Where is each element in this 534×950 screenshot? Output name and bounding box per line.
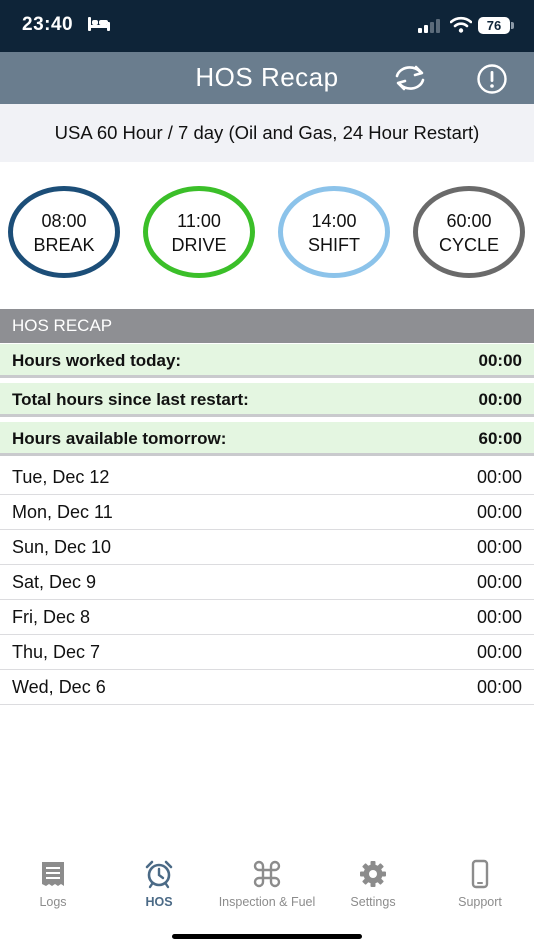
summary-row-available-tomorrow: Hours available tomorrow: 60:00	[0, 422, 534, 456]
logs-icon	[42, 862, 64, 886]
summary-value: 00:00	[478, 351, 522, 370]
day-hours: 00:00	[476, 642, 522, 662]
page-title: HOS Recap	[195, 62, 339, 92]
day-row[interactable]: Sun, Dec 10 00:00	[0, 530, 534, 565]
cycle-gauge[interactable]: 60:00 CYCLE	[413, 186, 525, 278]
summary-label: Total hours since last restart:	[12, 390, 249, 409]
bed-icon	[88, 17, 110, 31]
app-header: HOS Recap	[0, 52, 534, 104]
cycle-time: 60:00	[446, 211, 492, 231]
drive-time: 11:00	[177, 211, 221, 231]
summary-value: 60:00	[478, 429, 522, 448]
day-date: Sun, Dec 10	[12, 537, 112, 557]
battery-indicator: 76	[478, 17, 510, 34]
alarm-clock-icon	[145, 860, 173, 889]
battery-tip	[511, 22, 514, 29]
shift-label: SHIFT	[308, 235, 360, 255]
day-hours: 00:00	[476, 502, 522, 522]
tab-settings[interactable]: Settings	[320, 855, 426, 915]
signal-icon	[418, 19, 440, 33]
day-row[interactable]: Mon, Dec 11 00:00	[0, 495, 534, 530]
day-row[interactable]: Thu, Dec 7 00:00	[0, 635, 534, 670]
day-row[interactable]: Fri, Dec 8 00:00	[0, 600, 534, 635]
tab-bar: Logs HOS Inspection & Fuel Settings Supp…	[0, 855, 534, 925]
day-date: Fri, Dec 8	[12, 607, 91, 627]
day-hours: 00:00	[476, 572, 522, 592]
tab-support[interactable]: Support	[427, 855, 533, 915]
command-icon	[253, 860, 281, 888]
tab-label: HOS	[145, 895, 173, 909]
phone-icon	[471, 859, 489, 889]
summary-row-worked-today: Hours worked today: 00:00	[0, 344, 534, 378]
gear-icon	[360, 861, 386, 887]
tab-logs[interactable]: Logs	[0, 855, 106, 915]
summary-label: Hours worked today:	[12, 351, 182, 370]
status-bar: 23:40 76	[0, 0, 534, 52]
summary-row-since-restart: Total hours since last restart: 00:00	[0, 383, 534, 417]
day-date: Wed, Dec 6	[12, 677, 106, 697]
refresh-icon[interactable]	[392, 62, 428, 94]
day-hours: 00:00	[476, 607, 522, 627]
tab-label: Support	[458, 895, 502, 909]
break-time: 08:00	[41, 211, 87, 231]
status-time: 23:40	[22, 14, 74, 35]
day-date: Thu, Dec 7	[12, 642, 101, 662]
tab-label: Settings	[350, 895, 396, 909]
day-date: Tue, Dec 12	[12, 467, 110, 487]
day-hours: 00:00	[476, 677, 522, 697]
home-indicator	[172, 934, 362, 939]
day-hours: 00:00	[476, 537, 522, 557]
drive-gauge[interactable]: 11:00 DRIVE	[143, 186, 255, 278]
day-date: Sat, Dec 9	[12, 572, 97, 592]
tab-hos[interactable]: HOS	[106, 855, 212, 915]
break-gauge[interactable]: 08:00 BREAK	[8, 186, 120, 278]
hos-gauges: 08:00 BREAK 11:00 DRIVE 14:00 SHIFT 60:0…	[0, 162, 534, 308]
summary-label: Hours available tomorrow:	[12, 429, 227, 448]
shift-gauge[interactable]: 14:00 SHIFT	[278, 186, 390, 278]
tab-inspection-fuel[interactable]: Inspection & Fuel	[213, 855, 321, 915]
wifi-icon	[450, 16, 472, 33]
break-label: BREAK	[33, 235, 95, 255]
day-row[interactable]: Wed, Dec 6 00:00	[0, 670, 534, 705]
day-date: Mon, Dec 11	[12, 502, 113, 522]
cycle-label: CYCLE	[438, 235, 500, 255]
recap-heading: HOS RECAP	[0, 309, 534, 343]
ruleset-label: USA 60 Hour / 7 day (Oil and Gas, 24 Hou…	[0, 104, 534, 162]
summary-value: 00:00	[478, 390, 522, 409]
day-hours: 00:00	[476, 467, 522, 487]
tab-label: Inspection & Fuel	[218, 895, 316, 909]
alert-icon[interactable]	[476, 63, 508, 95]
shift-time: 14:00	[311, 211, 357, 231]
day-row[interactable]: Sat, Dec 9 00:00	[0, 565, 534, 600]
drive-label: DRIVE	[171, 235, 227, 255]
tab-label: Logs	[39, 895, 67, 909]
day-row[interactable]: Tue, Dec 12 00:00	[0, 460, 534, 495]
